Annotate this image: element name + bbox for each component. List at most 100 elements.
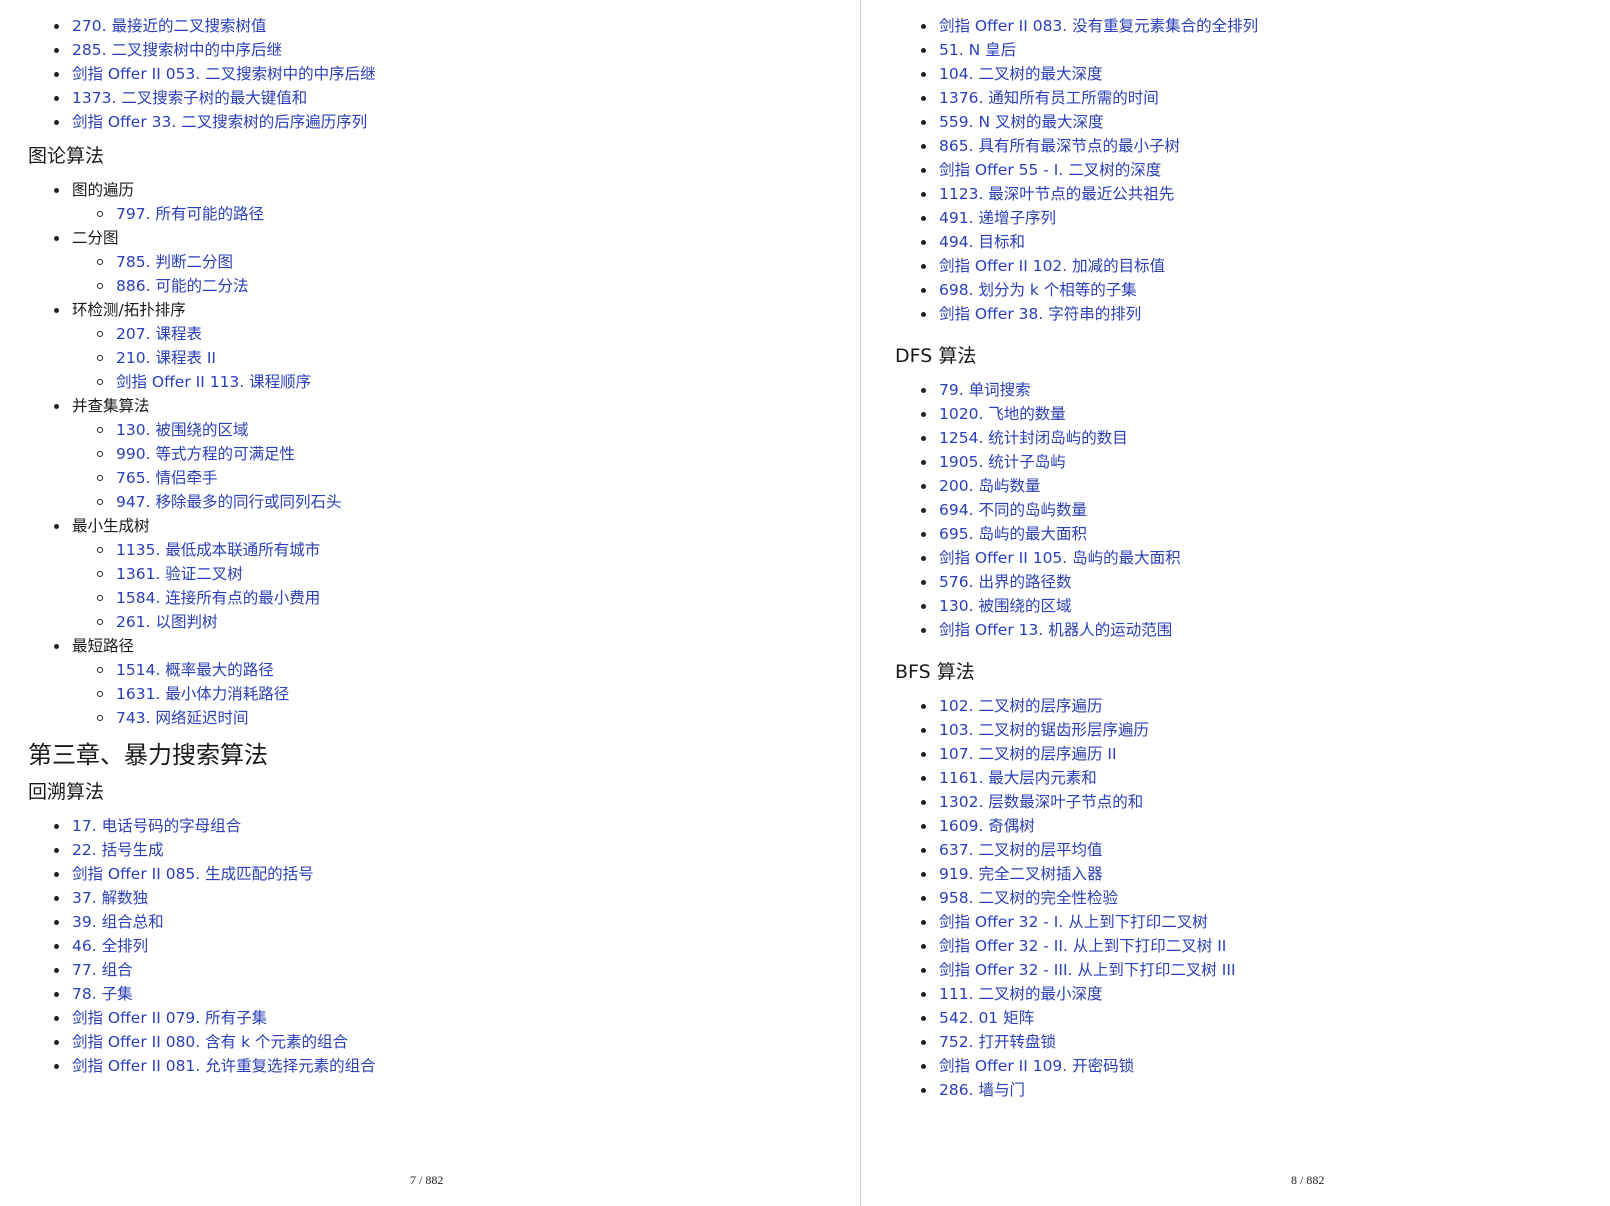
list-item: 剑指 Offer 32 - I. 从上到下打印二叉树 <box>895 910 1610 934</box>
list-item: 剑指 Offer II 053. 二叉搜索树中的中序后继 <box>28 62 860 86</box>
pdf-page-left: 270. 最接近的二叉搜索树值 285. 二叉搜索树中的中序后继 剑指 Offer … <box>0 0 860 1206</box>
list-item: 1631. 最小体力消耗路径 <box>28 682 860 706</box>
list-item: 剑指 Offer II 105. 岛屿的最大面积 <box>895 546 1610 570</box>
problem-link[interactable]: 剑指 Offer II 083. 没有重复元素集合的全排列 <box>939 17 1258 35</box>
problem-link[interactable]: 1302. 层数最深叶子节点的和 <box>939 793 1143 811</box>
problem-link[interactable]: 694. 不同的岛屿数量 <box>939 501 1087 519</box>
problem-link[interactable]: 752. 打开转盘锁 <box>939 1033 1056 1051</box>
problem-link[interactable]: 剑指 Offer 32 - I. 从上到下打印二叉树 <box>939 913 1208 931</box>
problem-link[interactable]: 494. 目标和 <box>939 233 1025 251</box>
category-item: 图的遍历 <box>28 178 860 202</box>
problem-link[interactable]: 102. 二叉树的层序遍历 <box>939 697 1102 715</box>
problem-link[interactable]: 1161. 最大层内元素和 <box>939 769 1097 787</box>
problem-link[interactable]: 491. 递增子序列 <box>939 209 1056 227</box>
problem-link[interactable]: 剑指 Offer II 105. 岛屿的最大面积 <box>939 549 1181 567</box>
problem-link[interactable]: 261. 以图判树 <box>116 613 217 631</box>
problem-link[interactable]: 1123. 最深叶节点的最近公共祖先 <box>939 185 1174 203</box>
problem-link[interactable]: 剑指 Offer II 080. 含有 k 个元素的组合 <box>72 1033 348 1051</box>
problem-link[interactable]: 17. 电话号码的字母组合 <box>72 817 241 835</box>
list-backtrack-continued: 剑指 Offer II 083. 没有重复元素集合的全排列 51. N 皇后 104… <box>895 14 1610 326</box>
problem-link[interactable]: 剑指 Offer II 081. 允许重复选择元素的组合 <box>72 1057 376 1075</box>
problem-link[interactable]: 剑指 Offer II 109. 开密码锁 <box>939 1057 1134 1075</box>
problem-link[interactable]: 1376. 通知所有员工所需的时间 <box>939 89 1159 107</box>
problem-link[interactable]: 剑指 Offer 55 - I. 二叉树的深度 <box>939 161 1161 179</box>
problem-link[interactable]: 剑指 Offer 32 - II. 从上到下打印二叉树 II <box>939 937 1226 955</box>
problem-link[interactable]: 22. 括号生成 <box>72 841 164 859</box>
list-item: 765. 情侣牵手 <box>28 466 860 490</box>
problem-link[interactable]: 886. 可能的二分法 <box>116 277 248 295</box>
list-item: 剑指 Offer 38. 字符串的排列 <box>895 302 1610 326</box>
problem-link[interactable]: 919. 完全二叉树插入器 <box>939 865 1102 883</box>
problem-link[interactable]: 剑指 Offer II 053. 二叉搜索树中的中序后继 <box>72 65 376 83</box>
problem-link[interactable]: 103. 二叉树的锯齿形层序遍历 <box>939 721 1149 739</box>
problem-link[interactable]: 990. 等式方程的可满足性 <box>116 445 295 463</box>
category-item: 最小生成树 <box>28 514 860 538</box>
category-item: 最短路径 <box>28 634 860 658</box>
problem-link[interactable]: 剑指 Offer 32 - III. 从上到下打印二叉树 III <box>939 961 1236 979</box>
problem-link[interactable]: 286. 墙与门 <box>939 1081 1025 1099</box>
problem-link[interactable]: 剑指 Offer 13. 机器人的运动范围 <box>939 621 1172 639</box>
problem-link[interactable]: 111. 二叉树的最小深度 <box>939 985 1102 1003</box>
problem-link[interactable]: 1254. 统计封闭岛屿的数目 <box>939 429 1128 447</box>
problem-link[interactable]: 130. 被围绕的区域 <box>939 597 1071 615</box>
list-item: 576. 出界的路径数 <box>895 570 1610 594</box>
problem-link[interactable]: 剑指 Offer II 102. 加减的目标值 <box>939 257 1165 275</box>
problem-link[interactable]: 743. 网络延迟时间 <box>116 709 248 727</box>
problem-link[interactable]: 210. 课程表 II <box>116 349 216 367</box>
problem-link[interactable]: 207. 课程表 <box>116 325 202 343</box>
problem-link[interactable]: 200. 岛屿数量 <box>939 477 1040 495</box>
problem-link[interactable]: 765. 情侣牵手 <box>116 469 217 487</box>
problem-link[interactable]: 51. N 皇后 <box>939 41 1016 59</box>
list-item: 79. 单词搜索 <box>895 378 1610 402</box>
problem-link[interactable]: 37. 解数独 <box>72 889 148 907</box>
problem-link[interactable]: 46. 全排列 <box>72 937 148 955</box>
category-item: 环检测/拓扑排序 <box>28 298 860 322</box>
problem-link[interactable]: 107. 二叉树的层序遍历 II <box>939 745 1117 763</box>
problem-link[interactable]: 1135. 最低成本联通所有城市 <box>116 541 320 559</box>
list-item: 1302. 层数最深叶子节点的和 <box>895 790 1610 814</box>
problem-link[interactable]: 958. 二叉树的完全性检验 <box>939 889 1118 907</box>
problem-link[interactable]: 剑指 Offer II 079. 所有子集 <box>72 1009 267 1027</box>
problem-link[interactable]: 剑指 Offer II 085. 生成匹配的括号 <box>72 865 314 883</box>
problem-link[interactable]: 698. 划分为 k 个相等的子集 <box>939 281 1137 299</box>
problem-link[interactable]: 542. 01 矩阵 <box>939 1009 1034 1027</box>
problem-link[interactable]: 79. 单词搜索 <box>939 381 1031 399</box>
problem-link[interactable]: 1631. 最小体力消耗路径 <box>116 685 289 703</box>
list-item: 1020. 飞地的数量 <box>895 402 1610 426</box>
problem-link[interactable]: 剑指 Offer II 113. 课程顺序 <box>116 373 311 391</box>
problem-link[interactable]: 270. 最接近的二叉搜索树值 <box>72 17 266 35</box>
list-backtrack-items: 17. 电话号码的字母组合 22. 括号生成剑指 Offer II 085. 生成… <box>28 814 860 1078</box>
category-label: 图的遍历 <box>72 181 135 199</box>
list-item: 886. 可能的二分法 <box>28 274 860 298</box>
problem-link[interactable]: 797. 所有可能的路径 <box>116 205 264 223</box>
problem-link[interactable]: 1584. 连接所有点的最小费用 <box>116 589 320 607</box>
problem-link[interactable]: 78. 子集 <box>72 985 133 1003</box>
problem-link[interactable]: 1514. 概率最大的路径 <box>116 661 274 679</box>
list-item: 111. 二叉树的最小深度 <box>895 982 1610 1006</box>
problem-link[interactable]: 1609. 奇偶树 <box>939 817 1035 835</box>
problem-link[interactable]: 1361. 验证二叉树 <box>116 565 243 583</box>
problem-link[interactable]: 130. 被围绕的区域 <box>116 421 248 439</box>
problem-link[interactable]: 104. 二叉树的最大深度 <box>939 65 1102 83</box>
problem-link[interactable]: 285. 二叉搜索树中的中序后继 <box>72 41 282 59</box>
problem-link[interactable]: 39. 组合总和 <box>72 913 164 931</box>
problem-link[interactable]: 576. 出界的路径数 <box>939 573 1071 591</box>
problem-link[interactable]: 77. 组合 <box>72 961 133 979</box>
category-label: 环检测/拓扑排序 <box>72 301 186 319</box>
problem-link[interactable]: 1373. 二叉搜索子树的最大键值和 <box>72 89 307 107</box>
list-item: 剑指 Offer 55 - I. 二叉树的深度 <box>895 158 1610 182</box>
problem-link[interactable]: 剑指 Offer 33. 二叉搜索树的后序遍历序列 <box>72 113 367 131</box>
problem-link[interactable]: 695. 岛屿的最大面积 <box>939 525 1087 543</box>
problem-link[interactable]: 559. N 叉树的最大深度 <box>939 113 1103 131</box>
list-bfs-items: 102. 二叉树的层序遍历 103. 二叉树的锯齿形层序遍历 107. 二叉树的层序… <box>895 694 1610 1102</box>
problem-link[interactable]: 1020. 飞地的数量 <box>939 405 1066 423</box>
problem-link[interactable]: 1905. 统计子岛屿 <box>939 453 1066 471</box>
problem-link[interactable]: 637. 二叉树的层平均值 <box>939 841 1102 859</box>
list-item: 698. 划分为 k 个相等的子集 <box>895 278 1610 302</box>
problem-link[interactable]: 剑指 Offer 38. 字符串的排列 <box>939 305 1141 323</box>
problem-link[interactable]: 865. 具有所有最深节点的最小子树 <box>939 137 1180 155</box>
list-item: 958. 二叉树的完全性检验 <box>895 886 1610 910</box>
problem-link[interactable]: 947. 移除最多的同行或同列石头 <box>116 493 341 511</box>
problem-link[interactable]: 785. 判断二分图 <box>116 253 233 271</box>
list-item: 剑指 Offer 32 - II. 从上到下打印二叉树 II <box>895 934 1610 958</box>
